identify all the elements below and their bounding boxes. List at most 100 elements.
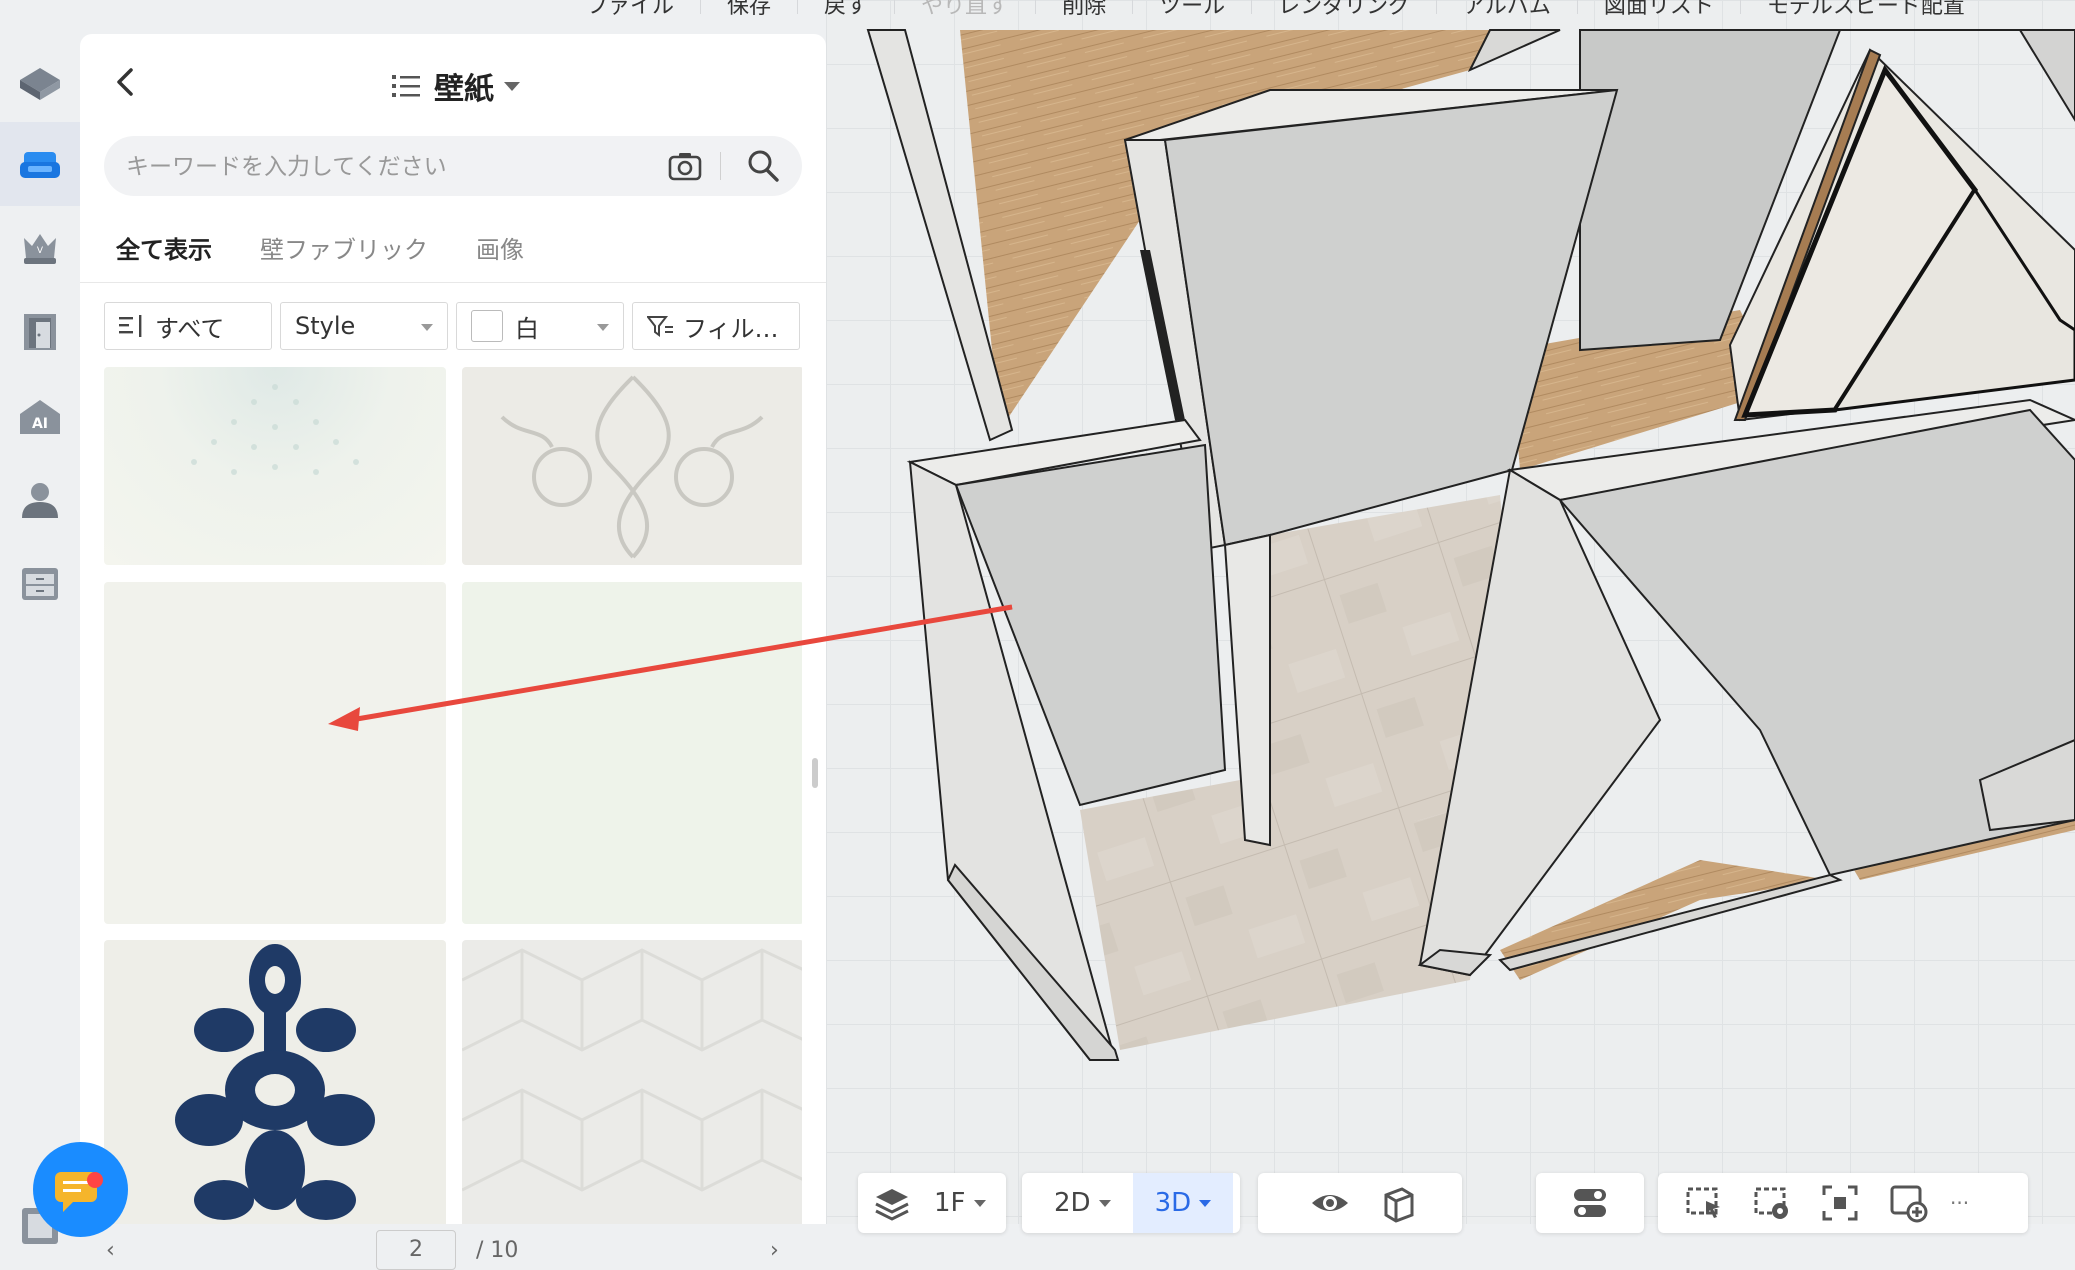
next-page-icon[interactable]: › — [770, 1238, 779, 1263]
tabs-divider — [80, 282, 826, 283]
wallpaper-tile-selected[interactable] — [104, 582, 446, 924]
camera-icon[interactable] — [668, 150, 702, 182]
focus-icon[interactable] — [1820, 1183, 1860, 1223]
wallpaper-pattern — [462, 948, 802, 1192]
page-input[interactable]: 2 — [376, 1230, 456, 1270]
panel-header: 壁紙 — [80, 34, 826, 136]
color-filter[interactable]: 白 — [456, 302, 624, 350]
rail-premium[interactable]: V — [0, 206, 80, 290]
ai-home-icon: AI — [20, 400, 60, 434]
menu-drawing-list[interactable]: 図面リスト — [1576, 0, 1740, 18]
menu-undo[interactable]: 戻す — [797, 0, 894, 18]
filter-icon — [647, 316, 673, 337]
caret-down-icon — [973, 1199, 986, 1207]
tab-wall-fabric[interactable]: 壁ファブリック — [260, 230, 428, 265]
rail-doors[interactable] — [0, 290, 80, 374]
tab-images[interactable]: 画像 — [476, 230, 524, 265]
layers-icon — [875, 1189, 909, 1221]
region-select-icon[interactable] — [1684, 1183, 1724, 1223]
view-2d-label: 2D — [1054, 1188, 1091, 1218]
sort-icon — [119, 315, 142, 337]
caret-down-icon — [597, 324, 609, 331]
rail-furniture[interactable] — [0, 122, 80, 206]
color-swatch — [471, 310, 503, 342]
view-3d-label: 3D — [1154, 1188, 1192, 1218]
wallpaper-tile[interactable] — [462, 582, 802, 924]
advanced-filter[interactable]: フィル… — [632, 302, 800, 350]
svg-text:V: V — [37, 246, 44, 256]
pagination: ‹ 2 / 10 › — [80, 1230, 826, 1270]
menu-album[interactable]: アルバム — [1436, 0, 1577, 18]
crown-icon: V — [24, 234, 56, 264]
menu-redo[interactable]: やり直す — [894, 0, 1035, 18]
rail-my-library[interactable] — [0, 458, 80, 542]
menu-rendering[interactable]: レンダリング — [1251, 0, 1436, 18]
list-icon — [392, 75, 420, 97]
wallpaper-pattern — [500, 375, 764, 559]
view-2d-button[interactable]: 2D — [1022, 1188, 1133, 1218]
wallpaper-tile[interactable] — [104, 940, 446, 1224]
style-filter[interactable]: Style — [280, 302, 448, 350]
advanced-filter-label: フィル… — [683, 314, 779, 343]
filter-bar: すべて Style 白 フィル… — [104, 302, 800, 350]
style-filter-label: Style — [295, 312, 356, 340]
chat-button[interactable] — [33, 1142, 128, 1237]
view-3d-button[interactable]: 3D — [1132, 1173, 1234, 1233]
search-input[interactable] — [124, 136, 648, 198]
floor-selector[interactable]: 1F — [858, 1173, 1006, 1233]
wallpaper-tile[interactable] — [462, 940, 802, 1224]
view-mode-switch: 2D 3D — [1022, 1173, 1240, 1233]
settings-toggle-group — [1536, 1173, 1644, 1233]
back-arrow-icon[interactable] — [106, 62, 146, 102]
chat-icon — [55, 1172, 97, 1212]
material-panel: 壁紙 全て表示 壁ファブリック 画像 すべて Style 白 フィル… — [80, 34, 826, 1270]
menu-file[interactable]: ファイル — [560, 0, 700, 18]
screenshot-settings-icon[interactable] — [1752, 1183, 1792, 1223]
chevron-down-icon — [504, 81, 520, 91]
rail-ai-design[interactable]: AI — [0, 374, 80, 458]
caret-down-icon — [1199, 1199, 1212, 1207]
door-icon — [24, 314, 56, 350]
category-filter[interactable]: すべて — [104, 302, 272, 350]
more-button[interactable]: ··· — [1942, 1191, 1977, 1215]
wallpaper-tile[interactable] — [462, 367, 802, 565]
capture-tools: ··· — [1658, 1173, 2028, 1233]
search-divider — [720, 152, 721, 180]
tab-all[interactable]: 全て表示 — [116, 230, 212, 265]
sofa-icon — [20, 152, 60, 178]
page-total: / 10 — [476, 1238, 519, 1263]
notification-badge — [87, 1172, 103, 1188]
3d-scene[interactable] — [826, 0, 2075, 1224]
menu-model-speed-placement[interactable]: モデルスピード配置 — [1739, 0, 1991, 18]
wallpaper-grid — [104, 367, 802, 1224]
menu-save[interactable]: 保存 — [700, 0, 797, 18]
cabinet-icon — [22, 568, 58, 600]
menu-tools[interactable]: ツール — [1132, 0, 1251, 18]
top-menu-bar: ファイル 保存 戻す やり直す 削除 ツール レンダリング アルバム 図面リスト… — [560, 0, 2075, 34]
add-view-icon[interactable] — [1888, 1183, 1928, 1223]
category-tabs: 全て表示 壁ファブリック 画像 — [116, 230, 524, 265]
search-bar — [104, 136, 802, 198]
3d-viewport[interactable] — [826, 0, 2075, 1224]
wallpaper-pattern — [191, 384, 359, 475]
display-tools — [1258, 1173, 1462, 1233]
color-filter-label: 白 — [515, 314, 539, 343]
rail-floorplan[interactable] — [0, 38, 80, 122]
floor-label: 1F — [934, 1188, 966, 1218]
svg-text:AI: AI — [32, 416, 48, 432]
left-icon-rail: V AI — [0, 34, 80, 1244]
panel-resize-handle[interactable] — [812, 758, 818, 788]
eye-icon[interactable] — [1310, 1183, 1350, 1223]
category-dropdown[interactable]: 壁紙 — [392, 64, 520, 108]
wallpaper-tile[interactable] — [104, 367, 446, 565]
panel-title: 壁紙 — [434, 72, 494, 107]
category-filter-label: すべて — [155, 314, 225, 343]
rail-cabinet[interactable] — [0, 542, 80, 626]
wallpaper-pattern — [175, 944, 375, 1220]
toggle-icon[interactable] — [1570, 1183, 1610, 1223]
menu-delete[interactable]: 削除 — [1035, 0, 1132, 18]
floorplan-icon — [20, 68, 60, 100]
prev-page-icon[interactable]: ‹ — [106, 1238, 115, 1263]
search-icon[interactable] — [746, 148, 780, 184]
cube-icon[interactable] — [1378, 1183, 1418, 1223]
